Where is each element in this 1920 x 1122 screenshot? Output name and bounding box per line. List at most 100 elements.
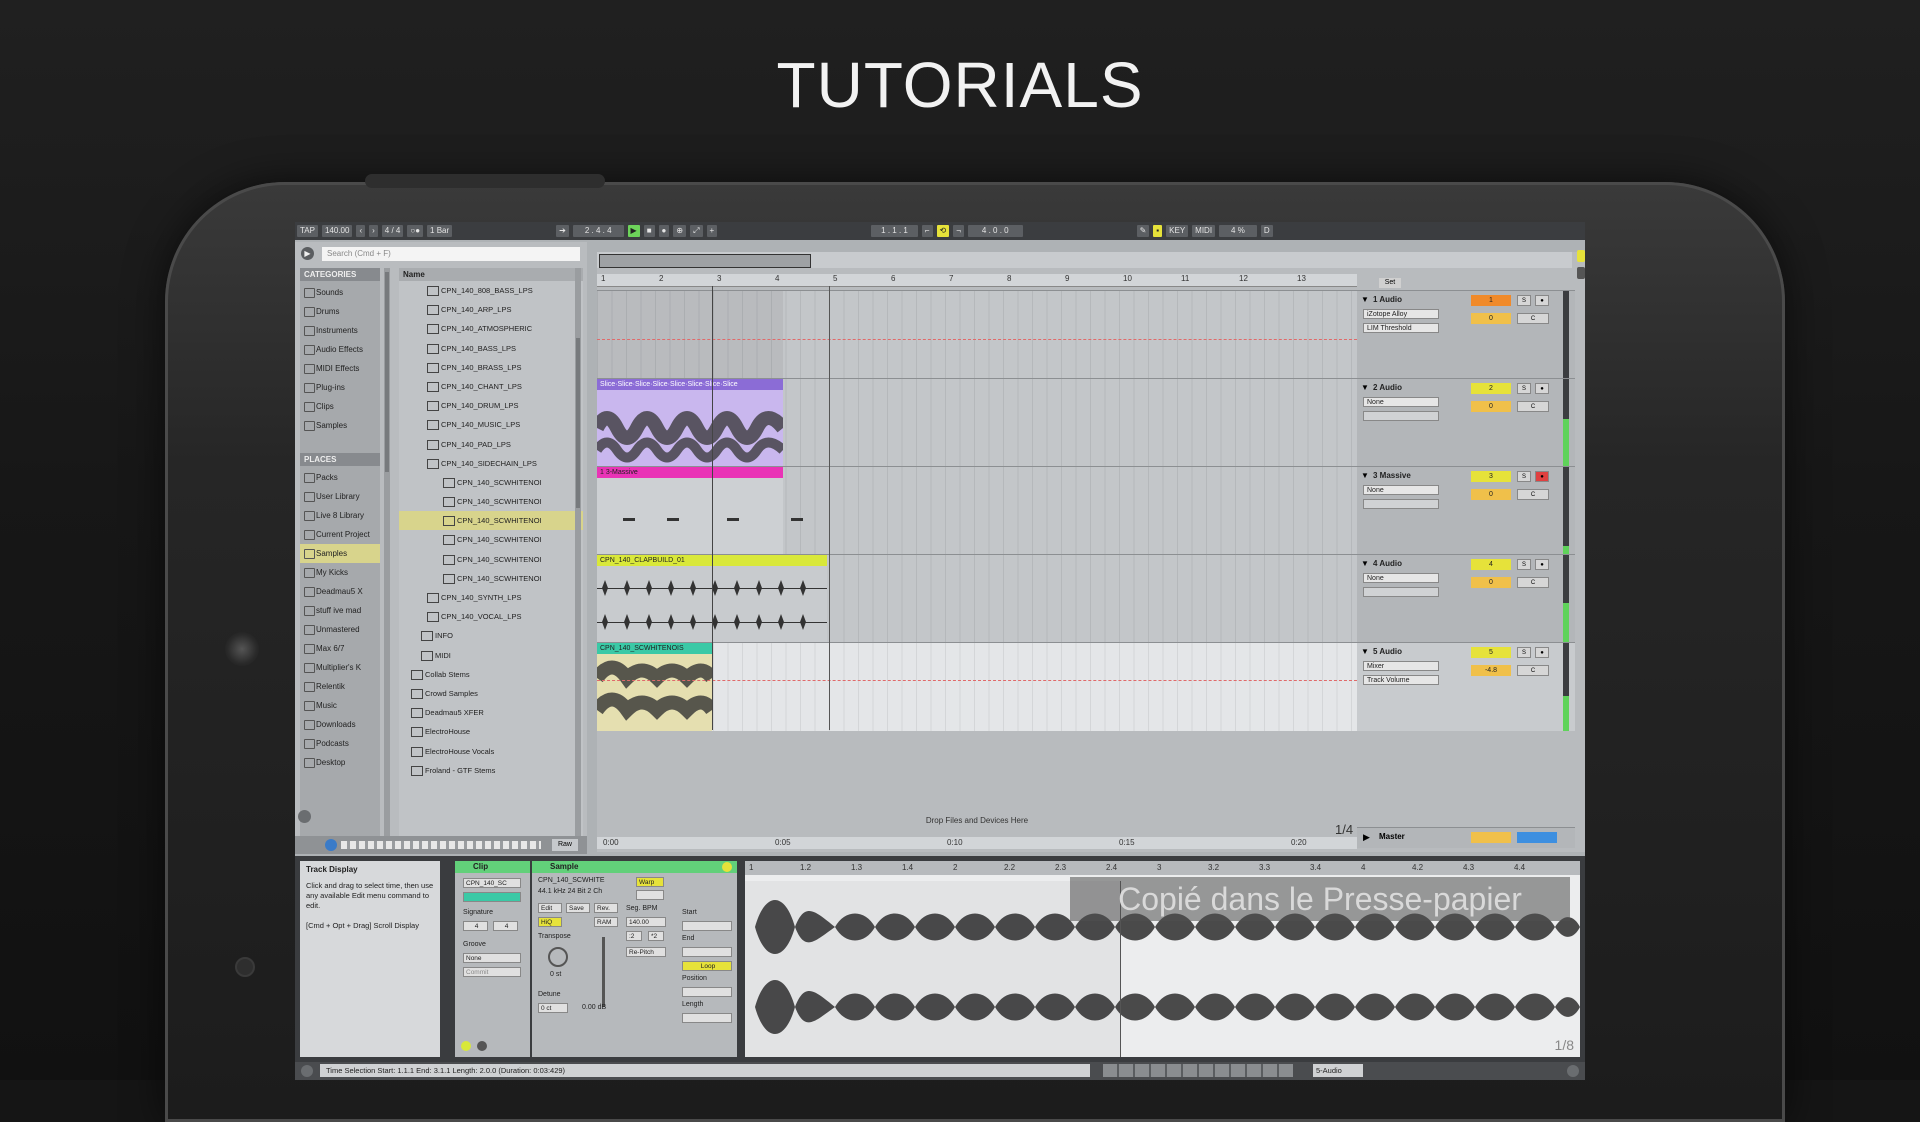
sample-file[interactable]: CPN_140_SCWHITENOI	[399, 473, 583, 492]
track-lane-4[interactable]: CPN_140_CLAPBUILD_01	[597, 554, 1357, 643]
arm-button[interactable]: ●	[1535, 647, 1549, 658]
edit-button[interactable]: Edit	[538, 903, 562, 913]
track-lane-5[interactable]: CPN_140_SCWHITENOIS	[597, 642, 1357, 731]
pan-field[interactable]: C	[1517, 313, 1549, 324]
arm-button[interactable]: ●	[1535, 295, 1549, 306]
place-item[interactable]: Packs	[300, 468, 380, 487]
tap-button[interactable]: TAP	[297, 225, 318, 237]
tempo-field[interactable]: 140.00	[321, 225, 353, 237]
track-activator[interactable]: 2	[1471, 383, 1511, 394]
sample-file[interactable]: CPN_140_SCWHITENOI	[399, 492, 583, 511]
halve-tempo-button[interactable]: :2	[626, 931, 642, 941]
clip-massive[interactable]: 1 3-Massive	[597, 467, 783, 478]
save-button[interactable]: Save	[566, 903, 590, 913]
position-field[interactable]: 2 . 4 . 4	[572, 225, 624, 237]
folder-row[interactable]: CPN_140_SIDECHAIN_LPS	[399, 454, 583, 473]
solo-button[interactable]: S	[1517, 559, 1531, 570]
folder-row[interactable]: Deadmau5 XFER	[399, 703, 583, 722]
track-fold-icon[interactable]: ▼	[1361, 559, 1369, 568]
parameter-chooser[interactable]	[1363, 587, 1439, 597]
start-field[interactable]	[682, 921, 732, 931]
track-activator[interactable]: 4	[1471, 559, 1511, 570]
sample-ruler[interactable]: 1 1.2 1.3 1.4 2 2.2 2.3 2.4 3 3.2 3.3 3.4 4 4.2 4.3 4.4	[745, 861, 1580, 875]
punch-out-button[interactable]: ¬	[953, 225, 964, 237]
category-instruments[interactable]: Instruments	[300, 321, 380, 340]
category-audio-effects[interactable]: Audio Effects	[300, 340, 380, 359]
master-volume[interactable]	[1471, 832, 1511, 843]
info-toggle-icon[interactable]	[301, 1065, 313, 1077]
parameter-chooser[interactable]: Track Volume	[1363, 675, 1439, 685]
place-item[interactable]: My Kicks	[300, 563, 380, 582]
browser-search-input[interactable]: Search (Cmd + F)	[322, 247, 580, 261]
place-item[interactable]: Multiplier's K	[300, 658, 380, 677]
detune-field[interactable]: 0 ct	[538, 1003, 568, 1013]
folder-row[interactable]: ElectroHouse	[399, 722, 583, 741]
pan-field[interactable]: C	[1517, 401, 1549, 412]
place-item[interactable]: Current Project	[300, 525, 380, 544]
folder-row[interactable]: CPN_140_ATMOSPHERIC	[399, 319, 583, 338]
track-lane-3[interactable]: 1 3-Massive	[597, 466, 1357, 555]
place-item[interactable]: Live 8 Library	[300, 506, 380, 525]
solo-button[interactable]: S	[1517, 471, 1531, 482]
category-clips[interactable]: Clips	[300, 397, 380, 416]
clip-activator-icon[interactable]	[461, 1041, 471, 1051]
hiq-button[interactable]: HiQ	[538, 917, 562, 927]
arm-button[interactable]: ●	[1535, 559, 1549, 570]
headphone-icon[interactable]	[325, 839, 337, 851]
overview-bar[interactable]	[597, 252, 1572, 268]
track-header[interactable]: ▼ 5 Audio Mixer Track Volume 5 -4.8 S ● C	[1357, 642, 1575, 731]
device-chooser[interactable]: None	[1363, 573, 1439, 583]
pan-field[interactable]: C	[1517, 489, 1549, 500]
follow-button[interactable]: ➔	[556, 225, 569, 237]
category-drums[interactable]: Drums	[300, 302, 380, 321]
place-item[interactable]: Unmastered	[300, 620, 380, 639]
category-midi-effects[interactable]: MIDI Effects	[300, 359, 380, 378]
sample-file[interactable]: CPN_140_SCWHITENOI	[399, 569, 583, 588]
track-volume[interactable]: -4.8	[1471, 665, 1511, 676]
quantize-select[interactable]: 1 Bar	[427, 225, 453, 237]
sample-file[interactable]: CPN_140_SCWHITENOI	[399, 550, 583, 569]
place-item[interactable]: Music	[300, 696, 380, 715]
place-item[interactable]: stuff ive mad	[300, 601, 380, 620]
nudge-up-button[interactable]: ›	[369, 225, 378, 237]
folder-row[interactable]: CPN_140_BASS_LPS	[399, 339, 583, 358]
loop-start-field[interactable]: 1 . 1 . 1	[871, 225, 918, 237]
reverse-button[interactable]: Rev.	[594, 903, 618, 913]
parameter-chooser[interactable]: LIM Threshold	[1363, 323, 1439, 333]
gain-slider[interactable]	[602, 937, 605, 1007]
master-pan[interactable]	[1517, 832, 1557, 843]
track-fold-icon[interactable]: ▼	[1361, 471, 1369, 480]
preview-waveform[interactable]	[341, 841, 541, 849]
folder-row[interactable]: Crowd Samples	[399, 684, 583, 703]
track-activator[interactable]: 5	[1471, 647, 1511, 658]
folder-row[interactable]: CPN_140_PAD_LPS	[399, 435, 583, 454]
track-volume[interactable]: 0	[1471, 577, 1511, 588]
track-lane-2[interactable]: Slice·Slice·Slice·Slice·Slice·Slice·Slic…	[597, 378, 1357, 467]
loop-button[interactable]: ⟲	[936, 225, 950, 237]
master-fold-icon[interactable]: ▶	[1363, 832, 1370, 843]
pan-field[interactable]: C	[1517, 665, 1549, 676]
track-fold-icon[interactable]: ▼	[1361, 647, 1369, 656]
preview-settings-icon[interactable]	[298, 810, 311, 823]
folder-row[interactable]: INFO	[399, 626, 583, 645]
commit-button[interactable]: Commit	[463, 967, 521, 977]
overview-toggle-icon[interactable]	[1577, 250, 1585, 262]
clip-fold-icon[interactable]	[477, 1041, 487, 1051]
track-overview-strip[interactable]	[1103, 1064, 1293, 1077]
midi-map-button[interactable]: MIDI	[1192, 225, 1216, 237]
clip-name-field[interactable]: CPN_140_SC	[463, 878, 521, 888]
track-fold-icon[interactable]: ▼	[1361, 295, 1369, 304]
record-button[interactable]: ●	[658, 225, 670, 237]
seg-bpm-field[interactable]: 140.00	[626, 917, 666, 927]
folder-row[interactable]: CPN_140_DRUM_LPS	[399, 396, 583, 415]
place-item[interactable]: Relentik	[300, 677, 380, 696]
name-column-header[interactable]: Name	[399, 268, 583, 281]
folder-row[interactable]: CPN_140_CHANT_LPS	[399, 377, 583, 396]
place-item[interactable]: Podcasts	[300, 734, 380, 753]
clip-whitenoise[interactable]: CPN_140_SCWHITENOIS	[597, 643, 712, 654]
track-volume[interactable]: 0	[1471, 401, 1511, 412]
sample-close-icon[interactable]	[722, 862, 732, 872]
parameter-chooser[interactable]	[1363, 411, 1439, 421]
folder-row[interactable]: ElectroHouse Vocals	[399, 742, 583, 761]
arm-button[interactable]: ●	[1535, 471, 1549, 482]
